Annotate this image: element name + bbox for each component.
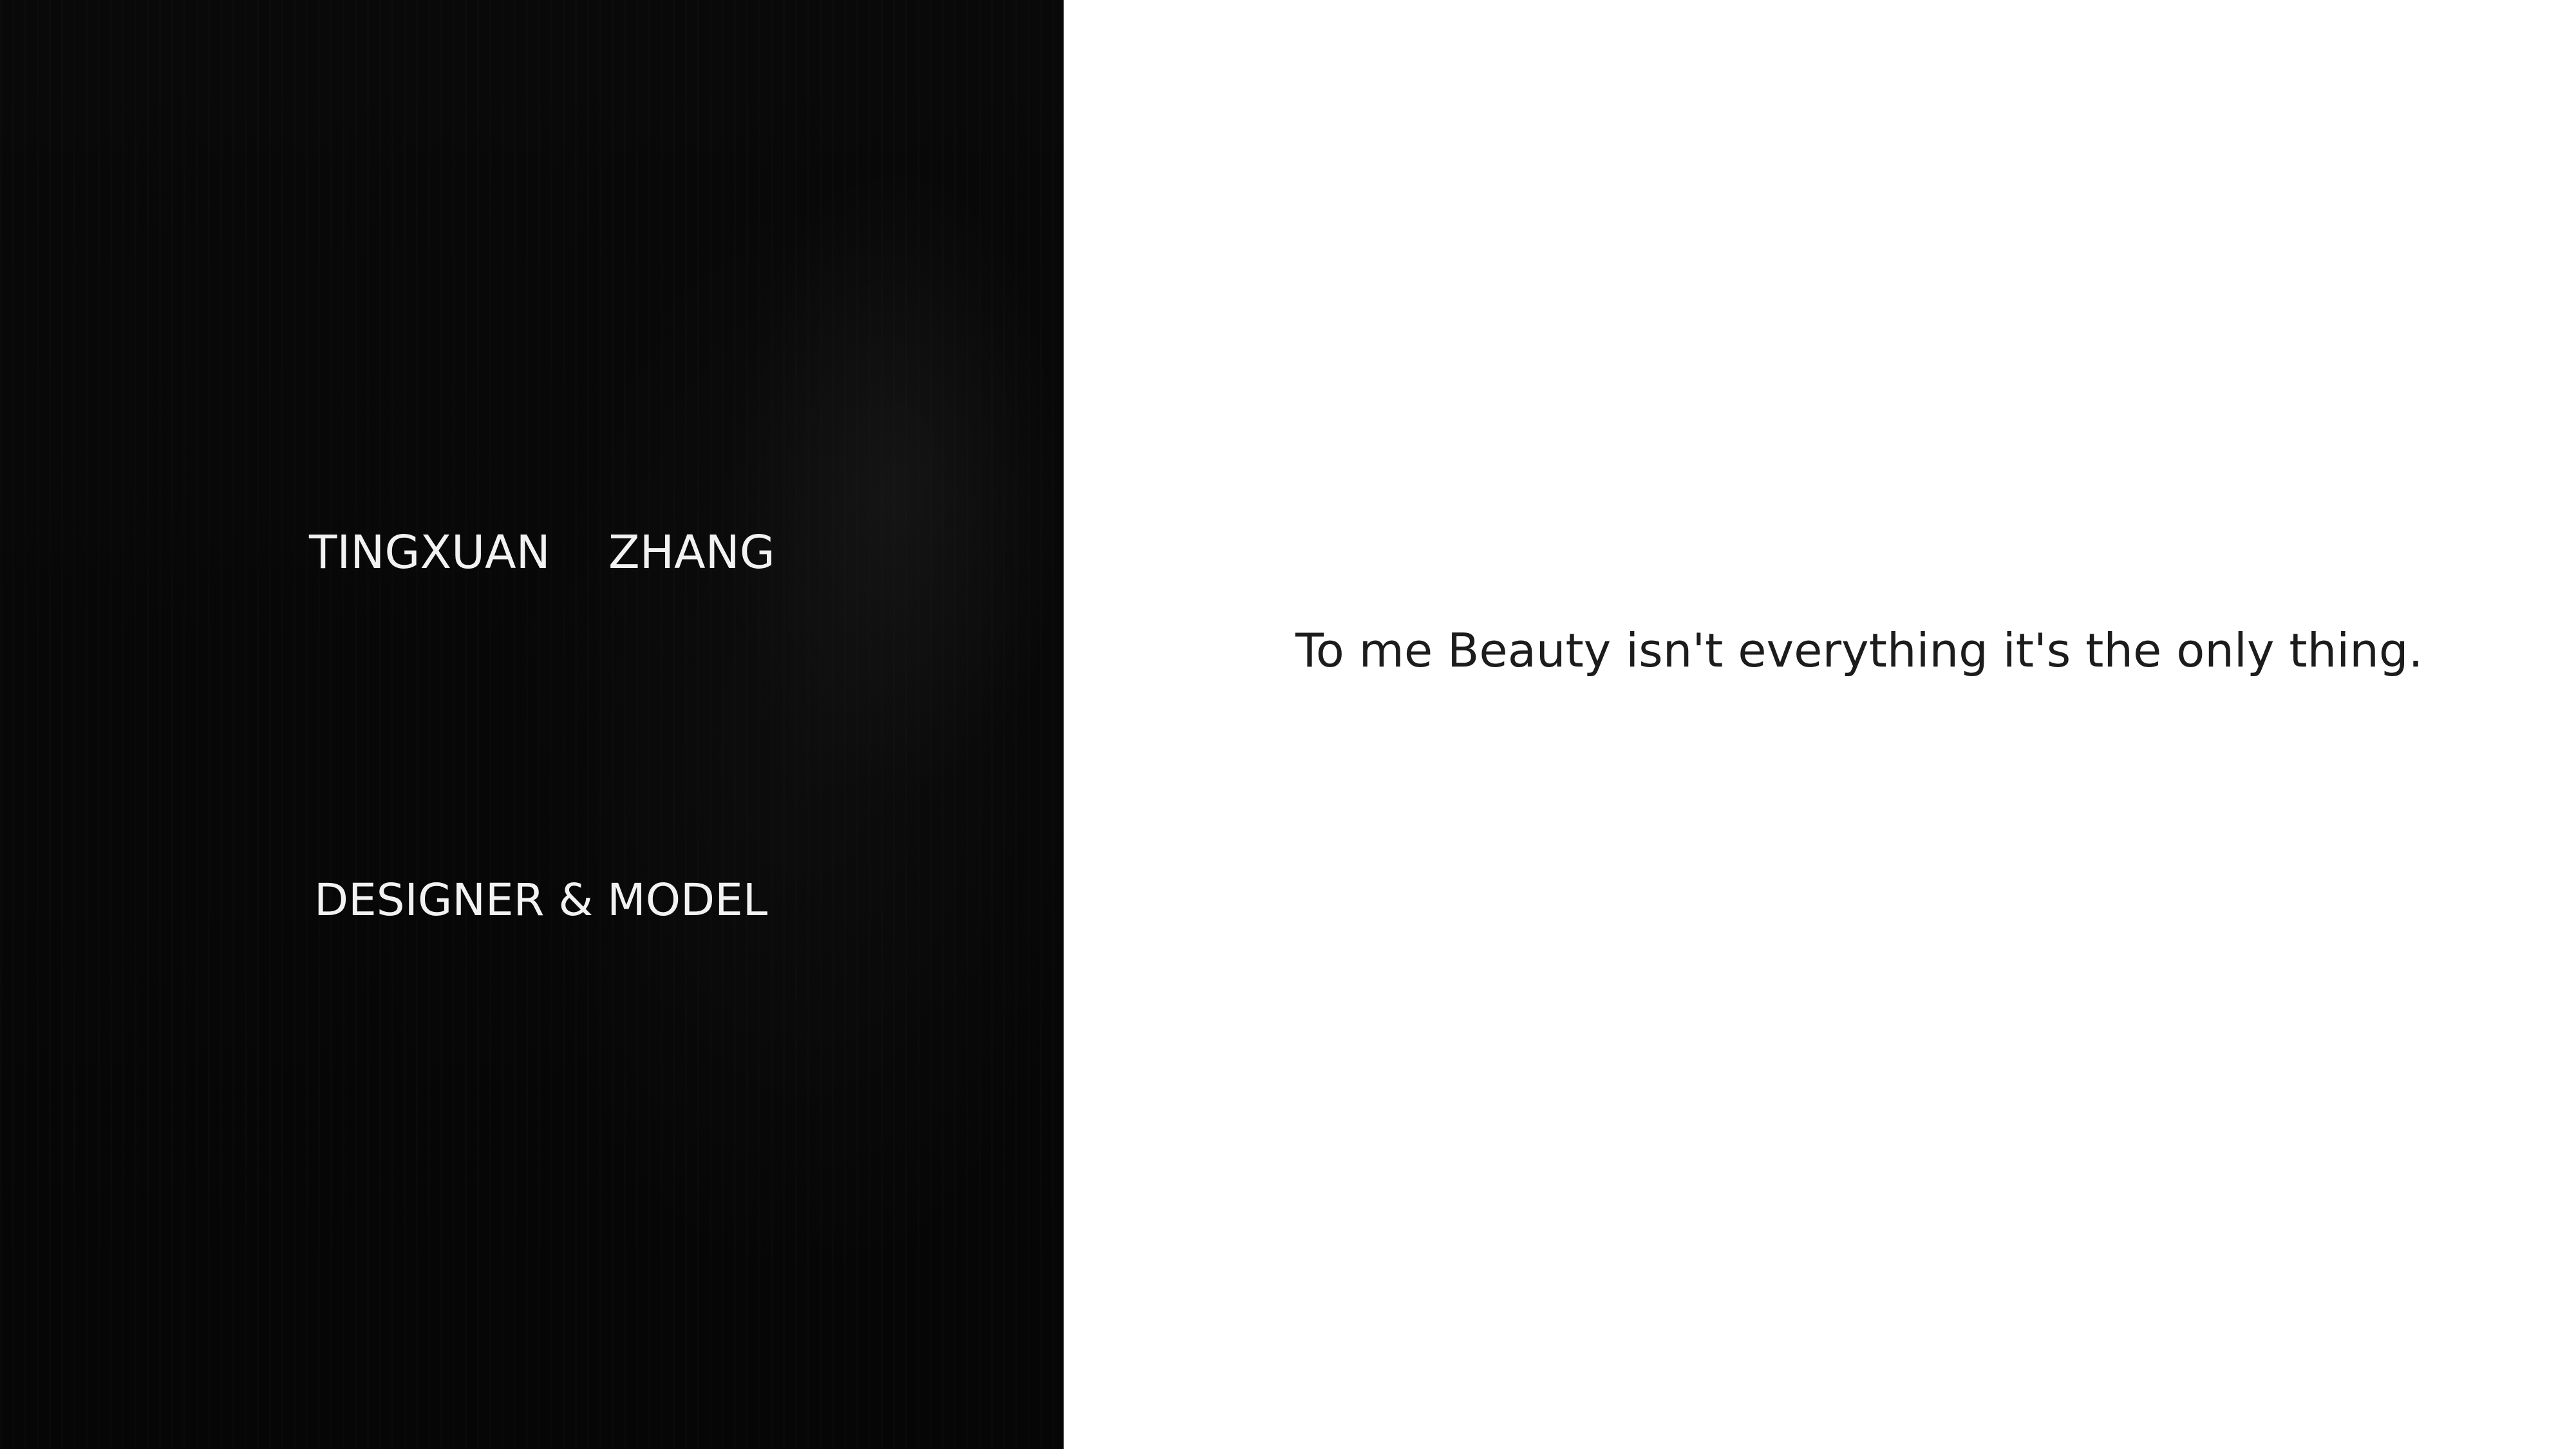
quote-panel bbox=[1064, 0, 2576, 1449]
hero-dark-panel: TINGXUAN ZHANG DESIGNER & MODEL bbox=[0, 0, 1064, 1449]
page: TINGXUAN ZHANG DESIGNER & MODEL To me Be… bbox=[0, 0, 2576, 1449]
designer-name: TINGXUAN ZHANG bbox=[309, 526, 775, 579]
designer-role: DESIGNER & MODEL bbox=[314, 875, 768, 926]
beauty-quote: To me Beauty isn't everything it's the o… bbox=[1295, 623, 2423, 677]
